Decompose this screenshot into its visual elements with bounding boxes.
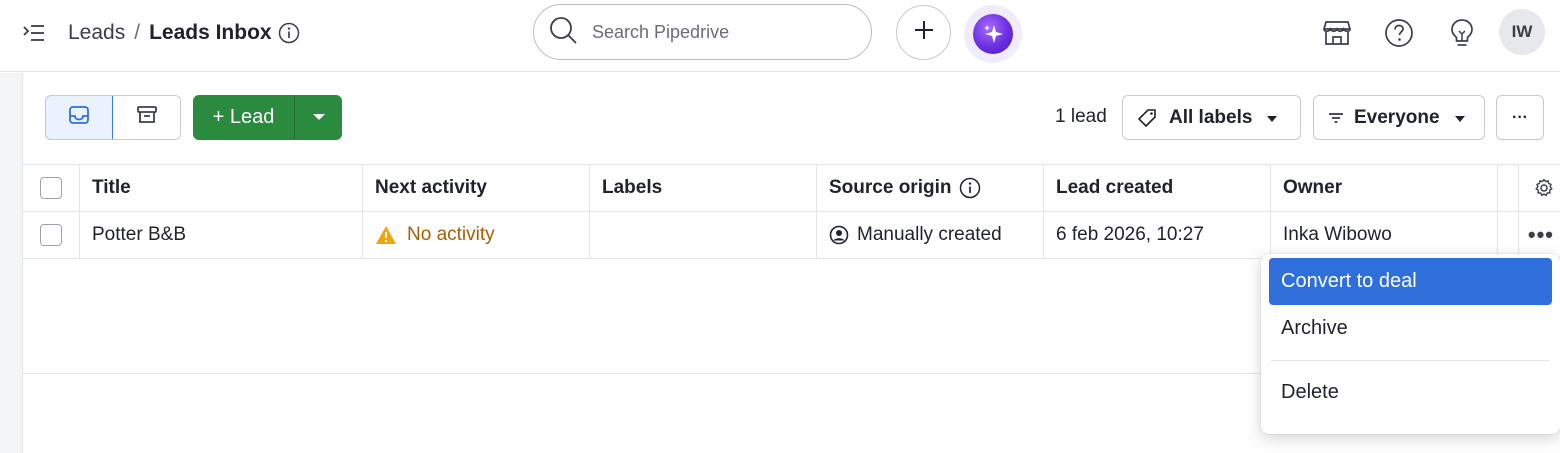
source-origin-label: Manually created bbox=[857, 224, 1002, 245]
row-checkbox[interactable] bbox=[40, 224, 62, 246]
lightbulb-icon[interactable] bbox=[1445, 16, 1479, 50]
column-header-source-origin-label: Source origin bbox=[829, 177, 952, 198]
marketplace-icon[interactable] bbox=[1320, 16, 1354, 50]
user-circle-icon bbox=[829, 225, 849, 245]
row-spacer bbox=[1498, 212, 1519, 258]
column-header-source-origin[interactable]: Source origin bbox=[817, 165, 1044, 211]
column-settings-cell bbox=[1519, 165, 1560, 211]
page-title: Leads Inbox bbox=[149, 21, 272, 44]
table-row[interactable]: Potter B&B No activity Manually created … bbox=[23, 212, 1560, 259]
labels-cell[interactable] bbox=[590, 212, 817, 258]
help-icon[interactable] bbox=[1382, 16, 1416, 50]
search-icon bbox=[548, 15, 578, 50]
lead-count: 1 lead bbox=[1055, 106, 1107, 127]
filter-icon bbox=[1328, 111, 1344, 125]
menu-toggle-icon[interactable] bbox=[20, 20, 48, 46]
column-header-lead-created[interactable]: Lead created bbox=[1044, 165, 1271, 211]
menu-item-archive[interactable]: Archive bbox=[1269, 305, 1552, 352]
add-lead-split-button: + Lead bbox=[193, 95, 342, 140]
inbox-view-button[interactable] bbox=[46, 96, 113, 139]
no-activity-label: No activity bbox=[407, 224, 495, 245]
search-bar[interactable] bbox=[533, 4, 872, 60]
lead-created-cell: 6 feb 2026, 10:27 bbox=[1044, 212, 1271, 258]
lead-title[interactable]: Potter B&B bbox=[80, 212, 363, 258]
next-activity-cell[interactable]: No activity bbox=[363, 212, 590, 258]
breadcrumb-leads[interactable]: Leads bbox=[68, 21, 125, 45]
inbox-icon bbox=[68, 105, 90, 130]
labels-filter-button[interactable]: All labels bbox=[1122, 95, 1301, 140]
source-origin-cell: Manually created bbox=[817, 212, 1044, 258]
more-options-button[interactable]: ··· bbox=[1496, 95, 1544, 140]
add-lead-button[interactable]: + Lead bbox=[193, 95, 295, 140]
breadcrumb: Leads / Leads Inbox bbox=[68, 18, 300, 48]
owner-cell[interactable]: Inka Wibowo bbox=[1271, 212, 1498, 258]
column-header-owner[interactable]: Owner bbox=[1271, 165, 1498, 211]
ai-sparkle-icon bbox=[973, 14, 1013, 54]
column-spacer bbox=[1498, 165, 1519, 211]
top-bar: Leads / Leads Inbox IW bbox=[0, 0, 1560, 72]
column-header-next-activity[interactable]: Next activity bbox=[363, 165, 590, 211]
menu-divider bbox=[1271, 360, 1550, 361]
plus-icon bbox=[912, 18, 936, 47]
table-header-row: Title Next activity Labels Source origin… bbox=[23, 164, 1560, 212]
search-input[interactable] bbox=[592, 21, 842, 43]
select-all-cell bbox=[23, 165, 80, 211]
select-all-checkbox[interactable] bbox=[40, 177, 62, 199]
row-select-cell bbox=[23, 212, 80, 258]
row-actions-menu: Convert to deal Archive Delete bbox=[1261, 254, 1560, 434]
warning-icon bbox=[376, 226, 396, 244]
menu-item-convert-to-deal[interactable]: Convert to deal bbox=[1269, 258, 1552, 305]
labels-filter-label: All labels bbox=[1169, 106, 1253, 128]
archive-icon bbox=[136, 105, 158, 130]
info-icon[interactable] bbox=[278, 22, 300, 44]
left-rail bbox=[0, 73, 23, 453]
info-icon[interactable] bbox=[959, 177, 981, 199]
caret-down-icon bbox=[1454, 107, 1466, 129]
owner-filter-label: Everyone bbox=[1354, 106, 1440, 128]
quick-add-button[interactable] bbox=[896, 5, 951, 60]
column-header-labels[interactable]: Labels bbox=[590, 165, 817, 211]
owner-filter-button[interactable]: Everyone bbox=[1313, 95, 1485, 140]
view-toggle bbox=[45, 95, 181, 140]
menu-item-delete[interactable]: Delete bbox=[1269, 369, 1552, 416]
row-actions-button[interactable]: ••• bbox=[1528, 222, 1554, 248]
no-activity-status: No activity bbox=[375, 224, 495, 246]
archive-view-button[interactable] bbox=[113, 96, 180, 139]
row-actions-cell: ••• bbox=[1519, 212, 1560, 258]
caret-down-icon bbox=[1266, 107, 1278, 129]
tag-icon bbox=[1137, 108, 1157, 128]
add-lead-options-button[interactable] bbox=[295, 95, 342, 140]
avatar[interactable]: IW bbox=[1499, 9, 1545, 55]
breadcrumb-separator: / bbox=[134, 21, 141, 44]
caret-down-icon bbox=[312, 109, 326, 127]
ai-assistant-button[interactable] bbox=[964, 5, 1022, 63]
gear-icon[interactable] bbox=[1534, 178, 1554, 198]
column-header-title[interactable]: Title bbox=[80, 165, 363, 211]
